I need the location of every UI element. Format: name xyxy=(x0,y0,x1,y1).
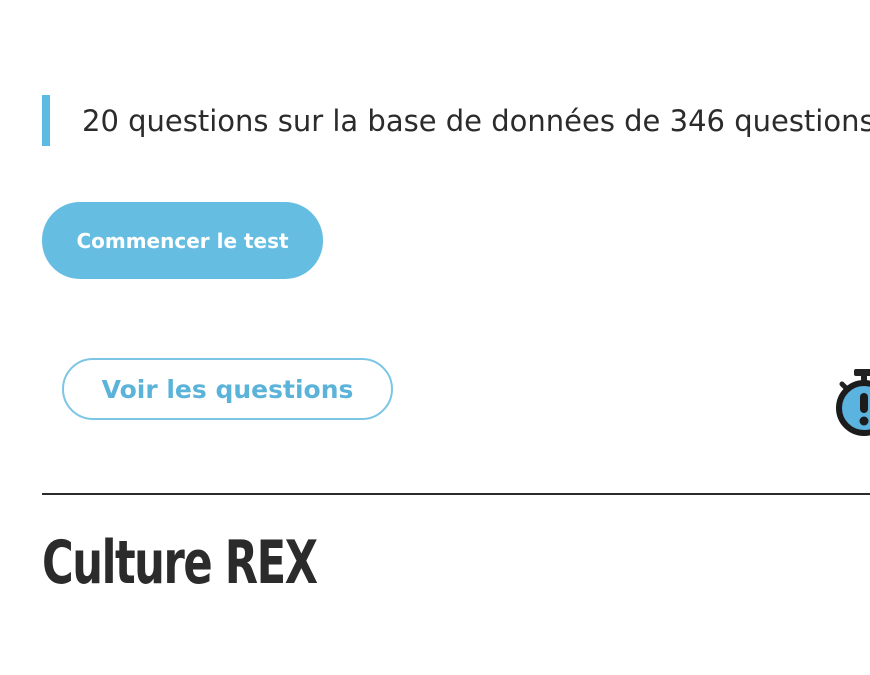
quote-accent-bar xyxy=(42,95,50,146)
quiz-info-text: 20 questions sur la base de données de 3… xyxy=(82,104,870,138)
previous-section-title-cut xyxy=(42,0,602,12)
section-divider xyxy=(42,493,870,495)
view-questions-button[interactable]: Voir les questions xyxy=(62,358,393,420)
start-test-button[interactable]: Commencer le test xyxy=(42,202,323,279)
quiz-info-quote: 20 questions sur la base de données de 3… xyxy=(42,95,870,147)
section-title: Culture REX xyxy=(42,528,318,598)
stopwatch-alert-icon xyxy=(834,368,870,438)
